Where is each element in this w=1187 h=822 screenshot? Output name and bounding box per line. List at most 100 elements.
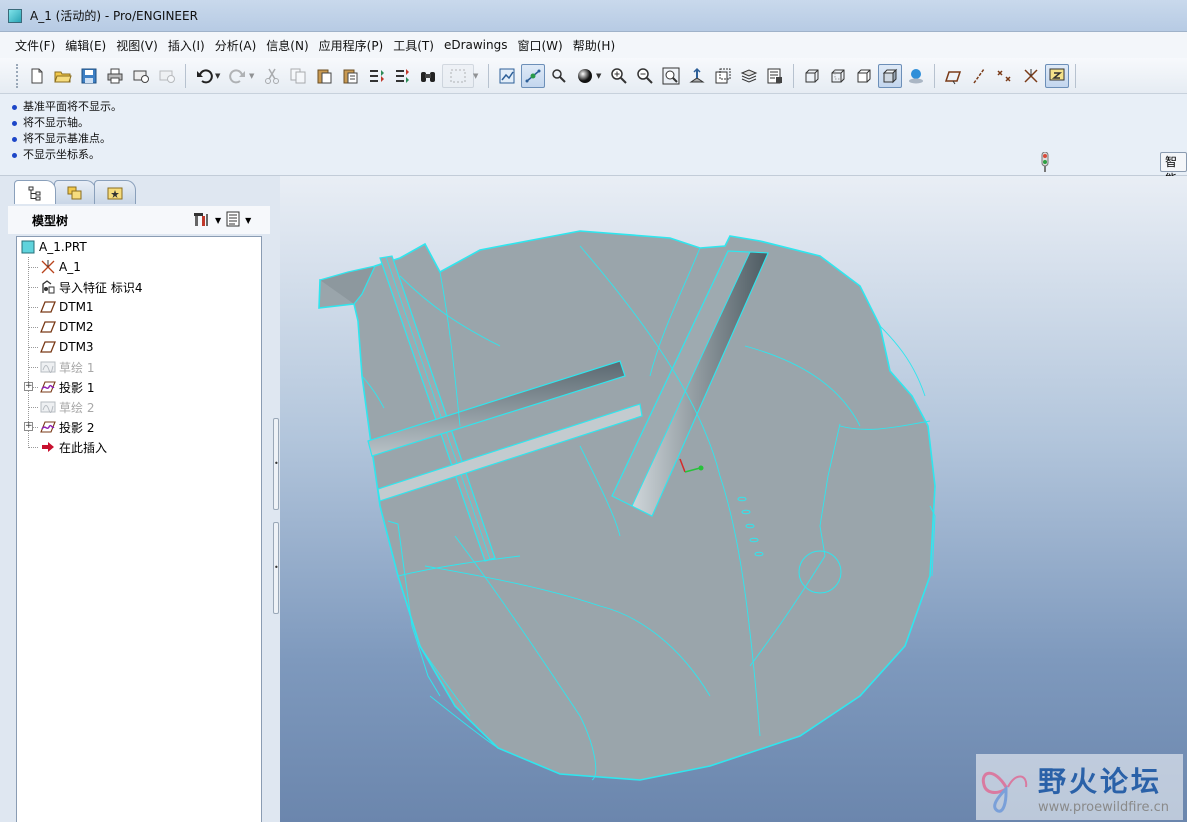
tab-folder-browser[interactable] [54,180,96,204]
redo-dropdown-icon[interactable]: ▼ [249,72,257,80]
print-button[interactable] [103,64,127,88]
menu-help[interactable]: 帮助(H) [568,37,620,54]
datum-axis-display-icon [973,68,985,83]
favorites-icon [107,187,123,199]
toolbar-separator [934,63,935,88]
tree-item-sketch-2[interactable]: 草绘 2 [39,397,94,417]
menu-insert[interactable]: 插入(I) [163,37,210,54]
message-line: 将不显示基准点。 [12,130,111,146]
undo-dropdown-icon[interactable]: ▼ [215,72,223,80]
open-file-button[interactable] [51,64,75,88]
new-file-button[interactable] [25,64,49,88]
refit-button[interactable] [659,64,683,88]
info-bullet-icon [12,136,17,142]
collapse-handle-bottom[interactable] [273,522,279,614]
paste-button[interactable] [312,64,336,88]
main-toolbar: ▼ ▼ ▼ ▼ [0,58,1187,94]
expand-projection-1[interactable]: + [24,382,33,391]
shaded-mode-button[interactable] [878,63,902,88]
spin-center-button[interactable] [521,63,545,88]
tree-item-sketch-1[interactable]: 草绘 1 [39,357,94,377]
tree-settings-button[interactable] [192,210,212,231]
datum-axes-toggle[interactable] [967,64,991,88]
graphics-viewport[interactable] [280,176,1187,822]
regenerate-button[interactable] [364,64,388,88]
menu-analysis[interactable]: 分析(A) [210,37,262,54]
tab-favorites[interactable] [94,180,136,204]
tree-item-import-feature[interactable]: 导入特征 标识4 [39,277,142,297]
redo-button[interactable] [226,64,250,88]
datum-plane-icon [39,319,57,335]
projection-icon [39,419,57,435]
message-line: 基准平面将不显示。 [12,98,122,114]
tree-show-button[interactable] [224,210,242,231]
coordinate-systems-toggle[interactable] [1019,64,1043,88]
tree-item-insert-here[interactable]: 在此插入 [39,437,107,457]
repaint-icon [499,68,515,83]
menu-info[interactable]: 信息(N) [261,37,313,54]
tree-item-dtm3[interactable]: DTM3 [39,337,94,357]
model-tree-header: 模型树 ▼ ▼ [8,206,270,234]
zoom-in-icon [611,67,627,84]
tree-item-dtm1[interactable]: DTM1 [39,297,94,317]
spin-center-icon [525,69,541,82]
layers-button[interactable] [737,64,761,88]
tree-connector [28,407,38,408]
shading-dropdown-icon[interactable]: ▼ [596,72,604,80]
no-hidden-button[interactable] [852,64,876,88]
traffic-light-icon[interactable] [1040,152,1050,172]
view-manager-button[interactable] [763,64,787,88]
enhanced-realism-button[interactable] [904,64,928,88]
tree-item-projection-2[interactable]: 投影 2 [39,417,94,437]
menu-edit[interactable]: 编辑(E) [60,37,111,54]
paste-special-button[interactable] [338,64,362,88]
hidden-line-button[interactable] [826,64,850,88]
save-button[interactable] [77,64,101,88]
menu-edrawings[interactable]: eDrawings [439,38,513,52]
send-mail-button[interactable] [129,64,153,88]
tree-item-csys[interactable]: A_1 [39,257,81,277]
show-dropdown-icon[interactable]: ▼ [245,216,251,225]
saved-views-button[interactable] [711,64,735,88]
zoom-out-icon [637,67,653,84]
zoom-in-button[interactable] [607,64,631,88]
collapse-handle-top[interactable] [273,418,279,510]
copy-button[interactable] [286,64,310,88]
view-normal-button[interactable] [685,64,709,88]
selection-dropdown-icon[interactable]: ▼ [473,72,481,80]
hidden-line-cube-icon [831,69,845,82]
selection-box-button[interactable] [442,63,474,88]
menu-view[interactable]: 视图(V) [111,37,163,54]
zoom-out-button[interactable] [633,64,657,88]
cut-button[interactable] [260,64,284,88]
datum-points-toggle[interactable] [993,64,1017,88]
send-link-button[interactable] [155,64,179,88]
info-bullet-icon [12,152,17,158]
settings-dropdown-icon[interactable]: ▼ [215,216,221,225]
undo-button[interactable] [192,64,216,88]
orient-mode-button[interactable] [547,64,571,88]
sketch-icon [39,359,57,375]
tree-item-root-part[interactable]: A_1.PRT [19,237,87,257]
smart-filter-select[interactable]: 智能 [1160,152,1187,186]
folder-browser-icon [67,186,82,199]
menu-tools[interactable]: 工具(T) [388,37,439,54]
panel-splitter[interactable] [272,176,280,822]
expand-projection-2[interactable]: + [24,422,33,431]
tree-item-dtm2[interactable]: DTM2 [39,317,94,337]
menu-window[interactable]: 窗口(W) [513,37,568,54]
shaded-sphere-icon [578,68,592,83]
menu-applications[interactable]: 应用程序(P) [314,37,389,54]
tab-model-tree[interactable] [14,180,56,204]
tree-item-projection-1[interactable]: 投影 1 [39,377,94,397]
shading-button[interactable] [573,64,597,88]
menu-file[interactable]: 文件(F) [10,37,60,54]
wireframe-button[interactable] [800,64,824,88]
toolbar-grip[interactable] [16,63,20,88]
repaint-button[interactable] [495,64,519,88]
annotations-toggle[interactable] [1045,63,1069,88]
datum-planes-toggle[interactable] [941,64,965,88]
sketch-icon [39,399,57,415]
find-button[interactable] [416,64,440,88]
regen-manager-button[interactable] [390,64,414,88]
